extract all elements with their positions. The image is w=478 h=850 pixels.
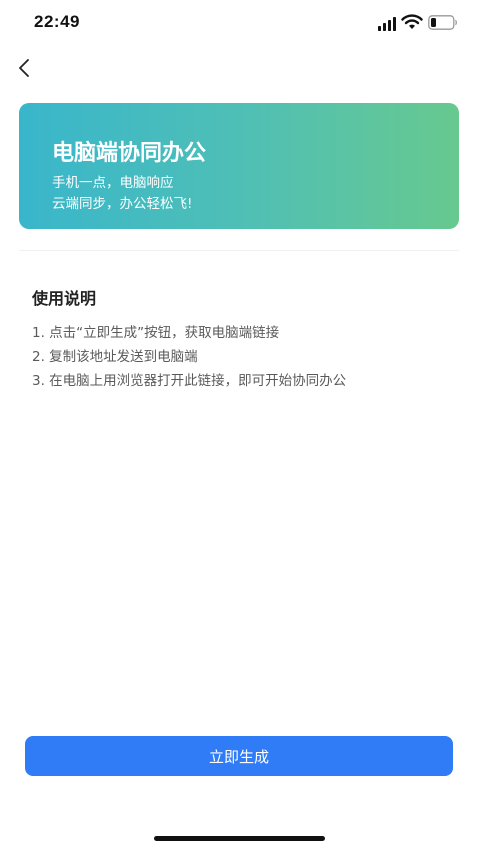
wifi-icon bbox=[401, 14, 423, 29]
battery-icon bbox=[428, 15, 457, 30]
chevron-left-icon bbox=[19, 59, 29, 77]
home-indicator bbox=[154, 836, 325, 841]
section-divider bbox=[19, 250, 459, 251]
status-time: 22:49 bbox=[34, 12, 80, 31]
generate-now-button[interactable]: 立即生成 bbox=[25, 736, 453, 776]
phone-screen: 22:49 电脑端协同办公 手机一点，电脑响应 云端同步，办公轻松飞! 使用说明… bbox=[0, 0, 478, 850]
generate-now-label: 立即生成 bbox=[208, 747, 269, 766]
banner-subtitle-line2: 云端同步，办公轻松飞! bbox=[52, 196, 193, 212]
status-bar: 22:49 bbox=[0, 0, 478, 46]
instruction-step-3: 3. 在电脑上用浏览器打开此链接，即可开始协同办公 bbox=[32, 373, 347, 389]
banner-title: 电脑端协同办公 bbox=[52, 141, 207, 166]
banner-subtitle-line1: 手机一点，电脑响应 bbox=[52, 175, 174, 191]
instructions-title: 使用说明 bbox=[32, 289, 97, 308]
instruction-step-2: 2. 复制该地址发送到电脑端 bbox=[32, 349, 198, 365]
feature-banner: 电脑端协同办公 手机一点，电脑响应 云端同步，办公轻松飞! bbox=[19, 103, 459, 229]
instruction-step-1: 1. 点击“立即生成”按钮，获取电脑端链接 bbox=[32, 325, 280, 341]
signal-icon bbox=[378, 17, 396, 31]
back-button[interactable] bbox=[12, 55, 38, 81]
